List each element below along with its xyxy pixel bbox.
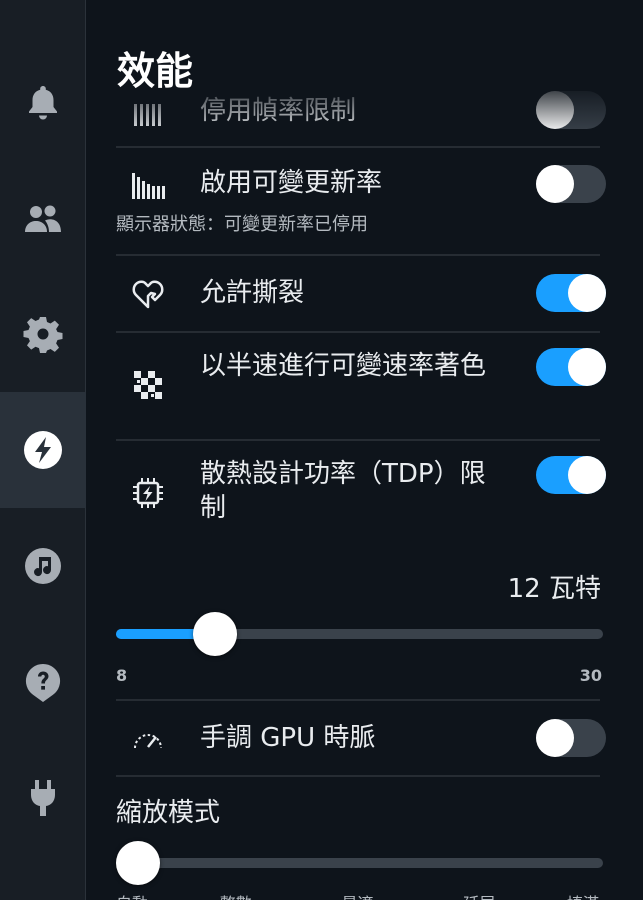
half-rate-shading-toggle[interactable] [536,348,606,386]
tearing-toggle[interactable] [536,274,606,312]
scaling-mode-slider[interactable] [116,841,603,885]
tdp-max-label: 30 [579,666,602,685]
friends-icon [25,205,61,232]
sidebar-item-music[interactable] [0,508,86,624]
tearing-row[interactable]: 允許撕裂 [116,256,606,331]
scaling-mode-option: 填滿 [567,890,599,900]
half-rate-shading-row[interactable]: 以半速進行可變速率著色 [116,333,606,439]
sidebar-item-notifications[interactable] [0,44,86,160]
scaling-mode-option: 自動 [116,890,148,900]
framerate-limit-toggle[interactable] [536,91,606,129]
performance-panel: 效能 停用幀率限制 啟用可變更新率 顯示器狀態：可變更新率已停用 允許撕裂 以半… [86,0,643,900]
sidebar [0,0,86,900]
vrr-status: 顯示器狀態：可變更新率已停用 [116,214,368,235]
tdp-value: 12 瓦特 [507,574,601,604]
checkerboard-icon [128,365,168,405]
divider [116,775,600,777]
heart-outline-icon [128,274,168,314]
sidebar-item-friends[interactable] [0,160,86,276]
scaling-mode-slider-thumb[interactable] [116,841,160,885]
gpu-clock-row[interactable]: 手調 GPU 時脈 [116,701,606,775]
sidebar-item-help[interactable] [0,624,86,740]
sidebar-item-power[interactable] [0,740,86,856]
vrr-toggle[interactable] [536,165,606,203]
tdp-limit-row[interactable]: 散熱設計功率（TDP）限制 [116,441,606,551]
tdp-slider[interactable] [116,612,603,656]
tdp-limit-label: 散熱設計功率（TDP）限制 [200,459,486,523]
page-title: 效能 [117,49,194,93]
bars-icon [128,92,168,132]
framerate-limit-label: 停用幀率限制 [200,96,357,126]
refresh-bars-icon [128,165,168,205]
performance-bolt-icon [24,431,62,469]
sidebar-item-settings[interactable] [0,276,86,392]
tdp-slider-thumb[interactable] [192,612,237,656]
tdp-limit-toggle[interactable] [536,456,606,494]
gpu-clock-label: 手調 GPU 時脈 [200,723,376,753]
vrr-label: 啟用可變更新率 [200,168,383,198]
gear-icon [23,317,63,353]
gpu-clock-toggle[interactable] [536,719,606,757]
half-rate-shading-label: 以半速進行可變速率著色 [200,351,487,381]
vrr-row[interactable]: 啟用可變更新率 顯示器狀態：可變更新率已停用 [116,148,606,254]
scaling-mode-label: 縮放模式 [116,798,221,828]
help-icon [25,663,61,702]
scaling-mode-option: 最適 [342,890,374,900]
framerate-limit-row[interactable]: 停用幀率限制 [116,88,606,146]
bell-icon [29,86,57,120]
tearing-label: 允許撕裂 [200,278,305,308]
power-plug-icon [31,780,55,816]
chip-bolt-icon [128,473,168,513]
tdp-min-label: 8 [116,666,128,685]
scaling-mode-option: 整數 [220,890,252,900]
sidebar-item-performance[interactable] [0,392,86,508]
scaling-mode-option: 延展 [463,890,495,900]
music-icon [25,548,61,584]
gauge-icon [128,719,168,759]
